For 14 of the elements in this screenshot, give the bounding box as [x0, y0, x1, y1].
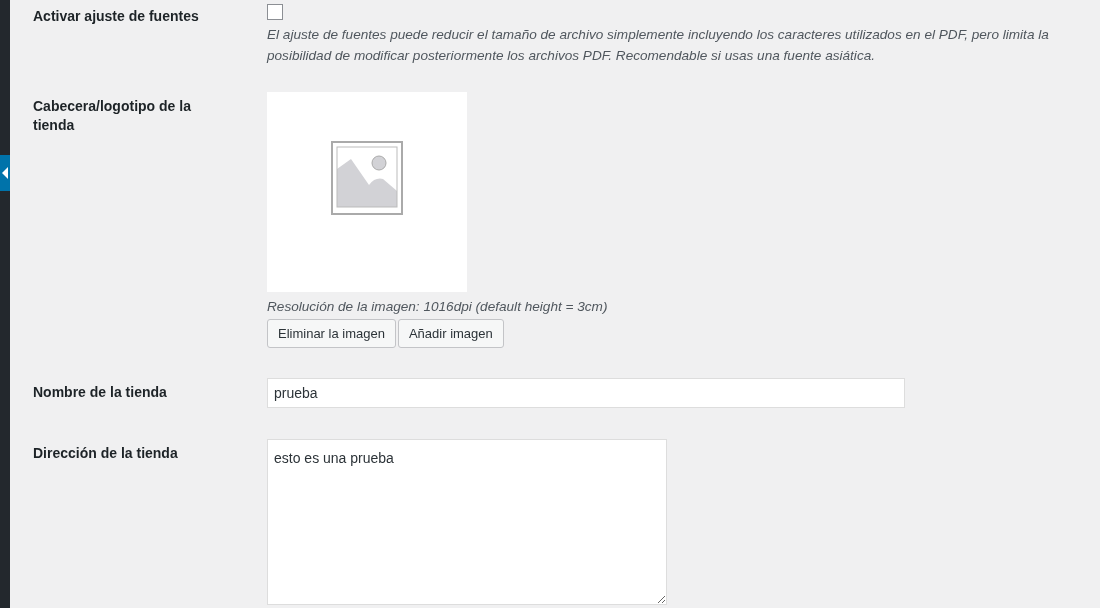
image-button[interactable]: Eliminar la imagen	[267, 319, 396, 348]
image-placeholder-icon	[331, 141, 403, 215]
description: El ajuste de fuentes puede reducir el tamaño de archivo simplemente incluyendo los caracteres utilizados en el PDF, pero limita la posibilidad de modificar posteriormente los archivos PDF. Recomendable si usas una fuente asiática.	[267, 26, 1050, 65]
description: Resolución de la imagen: 1016dpi (default height = 3cm)	[267, 298, 609, 316]
field-label: Dirección de la tienda	[33, 444, 179, 463]
input-field[interactable]: prueba	[267, 378, 905, 408]
field-label: Activar ajuste de fuentes	[33, 7, 200, 26]
image-button[interactable]: Añadir imagen	[397, 319, 504, 348]
field-label: Nombre de la tienda	[33, 383, 168, 402]
collapse-tab[interactable]	[0, 155, 10, 191]
field-label: Cabecera/logotipo de la tienda	[33, 97, 192, 135]
caret-icon	[2, 167, 8, 179]
checkbox[interactable]	[267, 4, 283, 20]
textarea-field[interactable]: esto es una prueba	[267, 439, 667, 605]
